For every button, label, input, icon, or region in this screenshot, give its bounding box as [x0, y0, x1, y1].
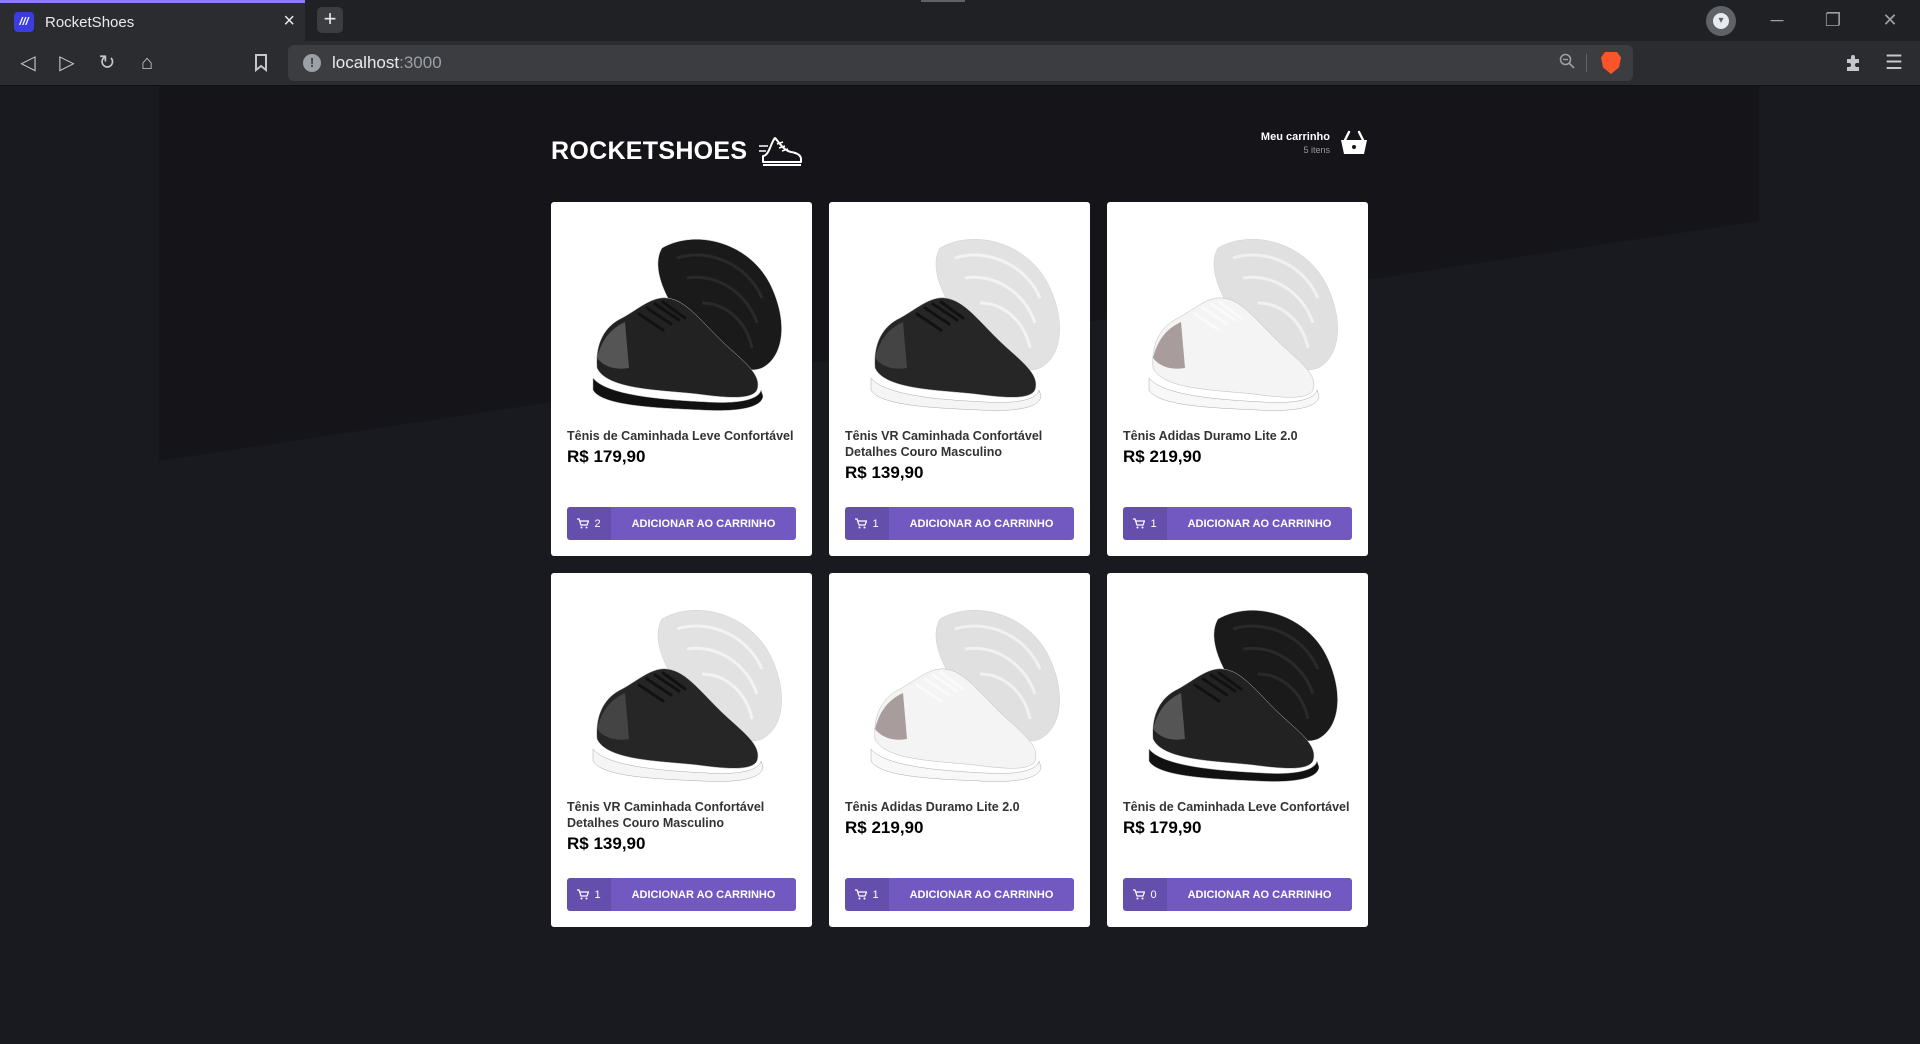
product-name: Tênis de Caminhada Leve Confortável — [567, 429, 794, 443]
product-name: Tênis Adidas Duramo Lite 2.0 — [845, 800, 1020, 814]
home-icon[interactable]: ⌂ — [133, 49, 161, 77]
product-card: Tênis Adidas Duramo Lite 2.0 R$ 219,90 1… — [829, 573, 1090, 927]
product-price: R$ 179,90 — [1123, 818, 1202, 837]
cart-quantity: 1 — [567, 878, 611, 911]
product-list: Tênis de Caminhada Leve Confortável R$ 1… — [551, 202, 1368, 927]
bookmark-icon[interactable] — [247, 49, 275, 77]
cart-quantity: 1 — [1123, 507, 1167, 540]
url-text[interactable]: localhost:3000 — [332, 53, 442, 73]
cart-quantity: 1 — [845, 507, 889, 540]
product-image — [1148, 239, 1338, 411]
add-to-cart-button[interactable]: 2 ADICIONAR AO CARRINHO — [567, 507, 796, 540]
brave-shields-icon[interactable] — [1601, 52, 1621, 74]
shopping-basket-icon — [1341, 130, 1367, 154]
product-name: Tênis VR Caminhada Confortável Detalhes … — [845, 429, 1043, 459]
add-to-cart-button[interactable]: 1 ADICIONAR AO CARRINHO — [845, 878, 1074, 911]
cart-count: 5 itens — [1303, 145, 1330, 155]
product-price: R$ 139,90 — [567, 834, 646, 853]
page: ROCKETSHOES Meu carrinho 5 itens Tênis d… — [0, 86, 1920, 1044]
add-to-cart-label: ADICIONAR AO CARRINHO — [631, 517, 776, 530]
cart-quantity-value: 0 — [1150, 888, 1157, 901]
browser-tab[interactable]: /// RocketShoes × — [0, 0, 305, 41]
product-price: R$ 139,90 — [845, 463, 924, 482]
product-card: Tênis Adidas Duramo Lite 2.0 R$ 219,90 1… — [1107, 202, 1368, 556]
add-to-cart-label: ADICIONAR AO CARRINHO — [909, 517, 1054, 530]
add-to-cart-button[interactable]: 0 ADICIONAR AO CARRINHO — [1123, 878, 1352, 911]
extensions-icon[interactable] — [1839, 49, 1867, 77]
cart-icon — [1133, 889, 1146, 900]
cart-quantity-value: 1 — [594, 888, 601, 901]
new-tab-button[interactable]: + — [317, 7, 343, 33]
cart-icon — [1133, 518, 1146, 529]
close-window-icon[interactable]: ✕ — [1878, 8, 1902, 32]
browser-toolbar: ◁ ▷ ↻ ⌂ ! localhost:3000 ☰ — [0, 41, 1920, 86]
close-tab-icon[interactable]: × — [283, 11, 295, 31]
cart-icon — [577, 889, 590, 900]
shoe-logo-icon — [759, 137, 803, 166]
forward-icon[interactable]: ▷ — [53, 49, 81, 77]
add-to-cart-button[interactable]: 1 ADICIONAR AO CARRINHO — [567, 878, 796, 911]
product-price: R$ 219,90 — [1123, 447, 1202, 466]
product-image — [870, 610, 1060, 782]
product-image — [592, 239, 782, 411]
product-image — [592, 610, 782, 782]
product-image — [870, 239, 1060, 411]
minimize-icon[interactable]: ─ — [1765, 8, 1789, 32]
add-to-cart-button[interactable]: 1 ADICIONAR AO CARRINHO — [1123, 507, 1352, 540]
product-image — [1148, 610, 1338, 782]
url-divider — [1586, 54, 1587, 72]
site-info-icon[interactable]: ! — [303, 54, 321, 72]
restore-icon[interactable]: ❐ — [1821, 8, 1845, 32]
chevron-down-icon: ▾ — [1713, 13, 1729, 29]
reload-icon[interactable]: ↻ — [93, 49, 121, 77]
product-price: R$ 219,90 — [845, 818, 924, 837]
product-name: Tênis VR Caminhada Confortável Detalhes … — [567, 800, 765, 830]
cart-quantity: 2 — [567, 507, 611, 540]
product-card: Tênis de Caminhada Leve Confortável R$ 1… — [1107, 573, 1368, 927]
cart-icon — [855, 518, 868, 529]
product-card: Tênis VR Caminhada Confortável Detalhes … — [551, 573, 812, 927]
address-bar[interactable]: ! localhost:3000 — [288, 45, 1633, 81]
menu-icon[interactable]: ☰ — [1880, 49, 1908, 77]
cart-info: Meu carrinho 5 itens — [1261, 131, 1330, 155]
cart-icon — [577, 518, 590, 529]
browser-tabbar: /// RocketShoes × + ▾ ─ ❐ ✕ — [0, 0, 1920, 41]
add-to-cart-label: ADICIONAR AO CARRINHO — [631, 888, 776, 901]
zoom-icon[interactable] — [1559, 53, 1575, 74]
logo[interactable]: ROCKETSHOES — [551, 134, 803, 168]
cart-quantity-value: 1 — [1150, 517, 1157, 530]
favicon-icon: /// — [14, 12, 34, 32]
cart-quantity-value: 1 — [872, 517, 879, 530]
cart-quantity-value: 1 — [872, 888, 879, 901]
cart-quantity: 1 — [845, 878, 889, 911]
cart-link[interactable]: Meu carrinho 5 itens — [1261, 130, 1368, 156]
profile-button[interactable]: ▾ — [1706, 6, 1736, 36]
add-to-cart-label: ADICIONAR AO CARRINHO — [909, 888, 1054, 901]
cart-icon — [855, 889, 868, 900]
tab-search-handle[interactable] — [921, 0, 965, 2]
back-icon[interactable]: ◁ — [14, 49, 42, 77]
product-name: Tênis de Caminhada Leve Confortável — [1123, 800, 1350, 814]
add-to-cart-label: ADICIONAR AO CARRINHO — [1187, 517, 1332, 530]
add-to-cart-label: ADICIONAR AO CARRINHO — [1187, 888, 1332, 901]
cart-quantity-value: 2 — [594, 517, 601, 530]
cart-quantity: 0 — [1123, 878, 1167, 911]
product-name: Tênis Adidas Duramo Lite 2.0 — [1123, 429, 1298, 443]
tab-title: RocketShoes — [45, 13, 135, 31]
site-header: ROCKETSHOES Meu carrinho 5 itens — [551, 126, 1368, 186]
logo-text: ROCKETSHOES — [551, 136, 748, 165]
product-card: Tênis de Caminhada Leve Confortável R$ 1… — [551, 202, 812, 556]
product-card: Tênis VR Caminhada Confortável Detalhes … — [829, 202, 1090, 556]
cart-title: Meu carrinho — [1260, 131, 1330, 143]
product-price: R$ 179,90 — [567, 447, 646, 466]
add-to-cart-button[interactable]: 1 ADICIONAR AO CARRINHO — [845, 507, 1074, 540]
